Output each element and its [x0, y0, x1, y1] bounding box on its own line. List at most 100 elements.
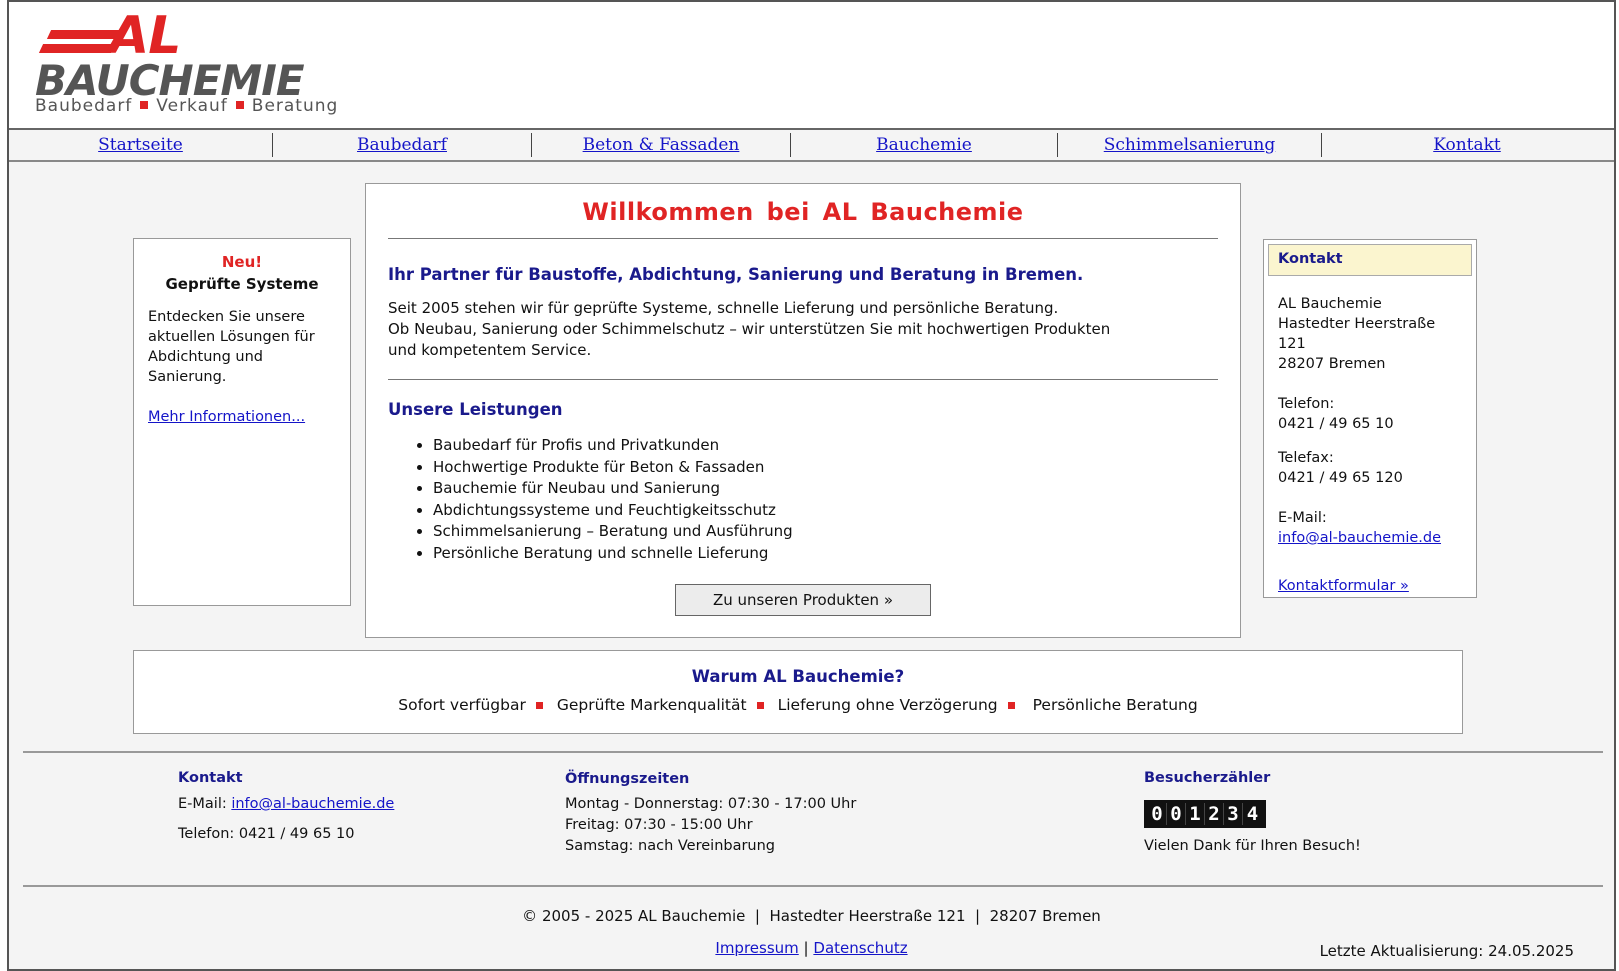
nav-item-kontakt: Kontakt — [1322, 133, 1612, 157]
phone-label: Telefon: — [1278, 396, 1335, 412]
page-title: Willkommen bei AL Bauchemie — [582, 198, 1024, 226]
email-label: E-Mail: — [1278, 510, 1327, 526]
datenschutz-link[interactable]: Datenschutz — [813, 939, 907, 957]
nav-link-startseite[interactable]: Startseite — [98, 135, 183, 155]
promo-box: Neu! Geprüfte Systeme Entdecken Sie unse… — [133, 238, 351, 606]
square-bullet-icon — [535, 701, 543, 709]
fax-block: Telefax: 0421 / 49 65 120 — [1278, 448, 1462, 488]
visitor-counter: 0 0 1 2 3 4 — [1144, 800, 1266, 828]
counter-digit: 0 — [1167, 803, 1186, 825]
intro-text: Seit 2005 stehen wir für geprüfte System… — [388, 298, 1218, 361]
copyright: © 2005 - 2025 AL Bauchemie | Hastedter H… — [522, 907, 1101, 925]
hours-line: Freitag: 07:30 - 15:00 Uhr — [565, 817, 753, 833]
square-bullet-icon — [235, 101, 244, 109]
nav-link-kontakt[interactable]: Kontakt — [1433, 135, 1501, 155]
feature-item: Lieferung ohne Verzögerung — [777, 696, 998, 714]
divider — [388, 238, 1218, 239]
square-bullet-icon — [1007, 701, 1015, 709]
footer-hours-title: Öffnungszeiten — [565, 771, 690, 787]
tagline-item: Verkauf — [156, 96, 228, 116]
contact-box-heading: Kontakt — [1268, 244, 1472, 276]
more-info-link[interactable]: Mehr Informationen... — [148, 409, 336, 425]
counter-digit: 2 — [1205, 803, 1224, 825]
impressum-link[interactable]: Impressum — [715, 939, 798, 957]
contact-form-link[interactable]: Kontaktformular » — [1278, 578, 1409, 594]
phone-number: 0421 / 49 65 10 — [1278, 416, 1394, 432]
footer-email-label: E-Mail: — [178, 796, 227, 812]
nav-item-bauchemie: Bauchemie — [791, 133, 1058, 157]
footer-contact-title: Kontakt — [178, 770, 243, 786]
city: 28207 Bremen — [1278, 356, 1386, 372]
list-item: Persönliche Beratung und schnelle Liefer… — [433, 543, 1218, 565]
counter-digit: 1 — [1186, 803, 1205, 825]
last-updated: Letzte Aktualisierung: 24.05.2025 — [1319, 942, 1574, 960]
fax-label: Telefax: — [1278, 450, 1334, 466]
phone-block: Telefon: 0421 / 49 65 10 — [1278, 394, 1462, 434]
company-name: AL Bauchemie — [1278, 296, 1382, 312]
feature-list: Sofort verfügbar Geprüfte Markenqualität… — [134, 696, 1462, 714]
divider — [388, 379, 1218, 380]
feature-item: Sofort verfügbar — [398, 696, 526, 714]
list-item: Schimmelsanierung – Beratung und Ausführ… — [433, 521, 1218, 543]
page-frame: AL BAUCHEMIE Baubedarf Verkauf Beratung St… — [7, 0, 1616, 971]
intro-line: Seit 2005 stehen wir für geprüfte System… — [388, 299, 1059, 317]
email-block: E-Mail: info@al-bauchemie.de — [1278, 508, 1462, 548]
intro-line: Ob Neubau, Sanierung oder Schimmelschutz… — [388, 320, 1111, 338]
list-item: Baubedarf für Profis und Privatkunden — [433, 435, 1218, 457]
promo-text: Entdecken Sie unsere aktuellen Lösungen … — [148, 309, 315, 385]
fax-number: 0421 / 49 65 120 — [1278, 470, 1403, 486]
footer-contact: Kontakt E-Mail: info@al-bauchemie.de Tel… — [178, 770, 394, 842]
counter-thanks: Vielen Dank für Ihren Besuch! — [1144, 838, 1361, 854]
nav-item-startseite: Startseite — [9, 133, 273, 157]
counter-digit: 4 — [1246, 803, 1259, 825]
list-item: Abdichtungssysteme und Feuchtigkeitsschu… — [433, 500, 1218, 522]
hours-line: Montag - Donnerstag: 07:30 - 17:00 Uhr — [565, 796, 857, 812]
tagline-heading: Ihr Partner für Baustoffe, Abdichtung, S… — [388, 265, 1084, 284]
promo-title: Geprüfte Systeme — [165, 275, 319, 293]
contact-box: Kontakt AL Bauchemie Hastedter Heerstraß… — [1263, 239, 1477, 598]
footer-divider — [23, 751, 1603, 753]
new-badge: Neu! — [221, 253, 263, 271]
footer-email-link[interactable]: info@al-bauchemie.de — [231, 796, 394, 812]
feature-item: Persönliche Beratung — [1032, 696, 1198, 714]
footer-phone: Telefon: 0421 / 49 65 10 — [178, 826, 355, 842]
address-block: AL Bauchemie Hastedter Heerstraße 121 28… — [1278, 294, 1462, 374]
footer-hours: Öffnungszeiten Montag - Donnerstag: 07:3… — [565, 770, 856, 857]
email-link[interactable]: info@al-bauchemie.de — [1278, 530, 1441, 546]
hours-line: Samstag: nach Vereinbarung — [565, 838, 776, 854]
footer-email-row: E-Mail: info@al-bauchemie.de — [178, 796, 394, 812]
products-button[interactable]: Zu unseren Produkten » — [675, 584, 931, 616]
nav-link-bauchemie[interactable]: Bauchemie — [876, 135, 972, 155]
street: Hastedter Heerstraße 121 — [1278, 316, 1436, 352]
nav-item-beton-fassaden: Beton & Fassaden — [532, 133, 791, 157]
why-heading: Warum AL Bauchemie? — [691, 667, 905, 686]
nav-link-schimmelsanierung[interactable]: Schimmelsanierung — [1104, 135, 1276, 155]
main-nav: Startseite Baubedarf Beton & Fassaden Ba… — [9, 130, 1614, 162]
list-item: Bauchemie für Neubau und Sanierung — [433, 478, 1218, 500]
square-bullet-icon — [140, 101, 149, 109]
header: AL BAUCHEMIE Baubedarf Verkauf Beratung — [9, 2, 1614, 130]
counter-digit: 3 — [1224, 803, 1243, 825]
tagline-item: Beratung — [251, 96, 339, 116]
form-link-block: Kontaktformular » — [1278, 576, 1462, 596]
square-bullet-icon — [756, 701, 764, 709]
list-item: Hochwertige Produkte für Beton & Fassade… — [433, 457, 1218, 479]
services-heading: Unsere Leistungen — [388, 400, 563, 419]
link-separator: | — [803, 939, 809, 957]
nav-link-baubedarf[interactable]: Baubedarf — [357, 135, 447, 155]
nav-link-beton-fassaden[interactable]: Beton & Fassaden — [583, 135, 740, 155]
services-list: Baubedarf für Profis und Privatkunden Ho… — [388, 435, 1218, 564]
nav-item-schimmelsanierung: Schimmelsanierung — [1058, 133, 1322, 157]
tagline-item: Baubedarf — [35, 96, 133, 116]
logo-tagline: Baubedarf Verkauf Beratung — [35, 96, 338, 116]
footer-divider — [23, 885, 1603, 887]
logo-bar-bottom — [38, 44, 116, 53]
counter-title: Besucherzähler — [1144, 770, 1271, 786]
feature-item: Geprüfte Markenqualität — [556, 696, 747, 714]
contact-box-body: AL Bauchemie Hastedter Heerstraße 121 28… — [1268, 294, 1472, 596]
logo[interactable]: AL BAUCHEMIE Baubedarf Verkauf Beratung — [35, 6, 365, 118]
intro-line: und kompetentem Service. — [388, 341, 592, 359]
main-content: Willkommen bei AL Bauchemie Ihr Partner … — [365, 183, 1241, 638]
counter-digit: 0 — [1148, 803, 1167, 825]
footer-counter: Besucherzähler 0 0 1 2 3 4 Vielen Dank f… — [1144, 770, 1361, 854]
